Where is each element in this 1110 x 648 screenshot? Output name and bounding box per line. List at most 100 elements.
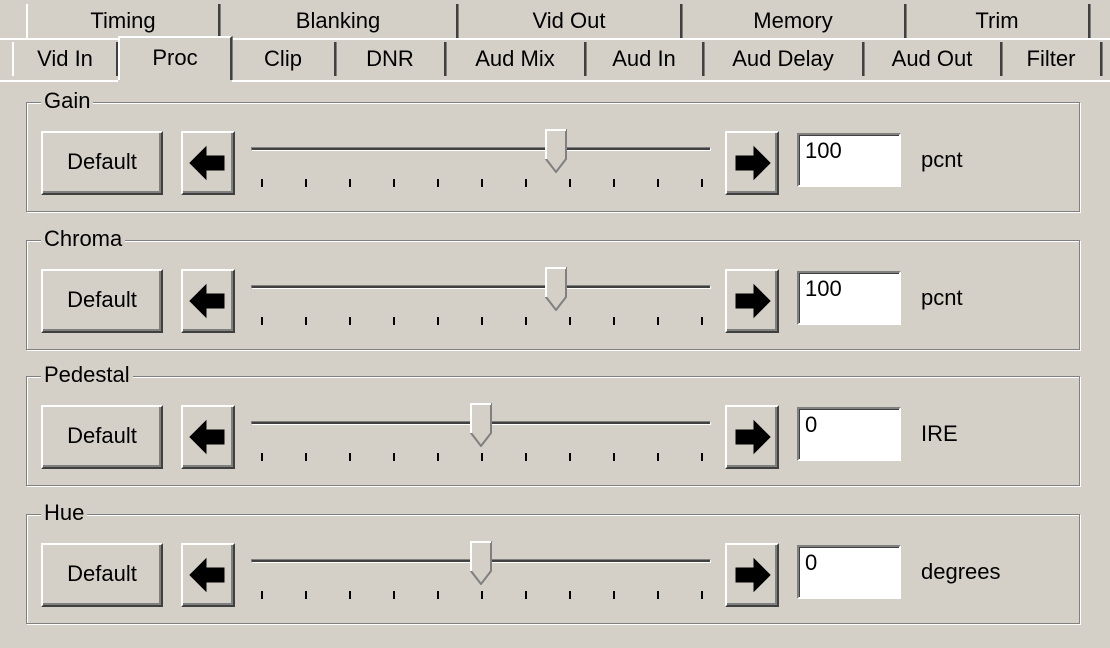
tab-vid-out[interactable]: Vid Out [458, 4, 682, 38]
decrease-button[interactable] [181, 131, 235, 195]
gain-group: Gain Default 100 pcnt [26, 87, 1080, 212]
tab-trim[interactable]: Trim [906, 4, 1090, 38]
tab-proc[interactable]: Proc [118, 36, 232, 80]
slider-tick [305, 317, 307, 325]
slider-tick [481, 453, 483, 461]
slider-tick [393, 591, 395, 599]
value-input[interactable]: 0 [797, 545, 901, 599]
tab-label: Blanking [295, 8, 381, 33]
default-button[interactable]: Default [41, 405, 163, 469]
tab-aud-out[interactable]: Aud Out [864, 42, 1002, 76]
tab-aud-delay[interactable]: Aud Delay [704, 42, 864, 76]
slider-tick [613, 317, 615, 325]
tab-label: Vid Out [532, 8, 606, 33]
increase-button[interactable] [725, 543, 779, 607]
tab-label: Timing [90, 8, 156, 33]
tab-filter[interactable]: Filter [1002, 42, 1102, 76]
tab-timing[interactable]: Timing [26, 4, 220, 38]
slider-tick [393, 453, 395, 461]
slider-tick [613, 591, 615, 599]
slider-tick [657, 317, 659, 325]
slider-tick [525, 179, 527, 187]
slider-tick [437, 179, 439, 187]
slider-tick [261, 591, 263, 599]
arrow-right-icon [735, 283, 771, 319]
unit-label: degrees [921, 559, 1001, 584]
tab-label: Clip [264, 46, 302, 71]
tab-label: Proc [152, 45, 198, 70]
slider-tick [701, 317, 703, 325]
hue-group: Hue Default 0 degrees [26, 499, 1080, 624]
tab-blanking[interactable]: Blanking [220, 4, 458, 38]
slider-tick [437, 317, 439, 325]
slider-tick [701, 453, 703, 461]
slider-tick [525, 591, 527, 599]
pedestal-group: Pedestal Default 0 IRE [26, 361, 1080, 486]
arrow-left-icon [189, 557, 225, 593]
slider-tick [569, 179, 571, 187]
slider-tick [305, 591, 307, 599]
tab-memory[interactable]: Memory [682, 4, 906, 38]
increase-button[interactable] [725, 269, 779, 333]
default-button[interactable]: Default [41, 543, 163, 607]
slider-tick [525, 317, 527, 325]
decrease-button[interactable] [181, 543, 235, 607]
tab-label: Aud In [612, 46, 676, 71]
tab-aud-mix[interactable]: Aud Mix [446, 42, 586, 76]
slider-tick [569, 453, 571, 461]
value-input[interactable]: 100 [797, 133, 901, 187]
arrow-left-icon [189, 145, 225, 181]
slider-track[interactable] [251, 147, 711, 151]
value-input[interactable]: 0 [797, 407, 901, 461]
slider-thumb[interactable] [470, 403, 492, 447]
decrease-button[interactable] [181, 269, 235, 333]
slider-tick [525, 453, 527, 461]
slider-tick [305, 453, 307, 461]
panel-top-edge [0, 80, 118, 82]
slider-tick [569, 317, 571, 325]
slider-thumb[interactable] [544, 129, 567, 173]
group-label: Hue [41, 499, 88, 527]
tab-dnr[interactable]: DNR [336, 42, 446, 76]
unit-label: pcnt [921, 285, 963, 310]
tab-label: Aud Out [891, 46, 973, 71]
slider-tick [569, 591, 571, 599]
slider-thumb[interactable] [470, 541, 492, 585]
slider-tick [349, 453, 351, 461]
slider-tick [305, 179, 307, 187]
tab-label: Trim [975, 8, 1019, 33]
slider-tick [393, 317, 395, 325]
tab-vid-in[interactable]: Vid In [12, 42, 118, 76]
decrease-button[interactable] [181, 405, 235, 469]
increase-button[interactable] [725, 405, 779, 469]
tab-label: DNR [366, 46, 414, 71]
unit-label: pcnt [921, 147, 963, 172]
tab-label: Vid In [37, 46, 93, 71]
slider-tick [657, 179, 659, 187]
panel-top-edge [232, 80, 1110, 82]
arrow-left-icon [189, 419, 225, 455]
default-button[interactable]: Default [41, 131, 163, 195]
value-input[interactable]: 100 [797, 271, 901, 325]
default-button[interactable]: Default [41, 269, 163, 333]
arrow-left-icon [189, 283, 225, 319]
group-label: Gain [41, 87, 94, 115]
increase-button[interactable] [725, 131, 779, 195]
slider-tick [701, 179, 703, 187]
tab-label: Aud Delay [732, 46, 834, 71]
slider-tick [437, 453, 439, 461]
tab-label: Aud Mix [475, 46, 555, 71]
arrow-right-icon [735, 419, 771, 455]
tab-aud-in[interactable]: Aud In [586, 42, 704, 76]
tab-clip[interactable]: Clip [232, 42, 336, 76]
slider-thumb[interactable] [544, 267, 567, 311]
slider-tick [393, 179, 395, 187]
slider-tick [701, 591, 703, 599]
tab-label: Filter [1026, 46, 1076, 71]
chroma-group: Chroma Default 100 pcnt [26, 225, 1080, 350]
slider-tick [437, 591, 439, 599]
arrow-right-icon [735, 557, 771, 593]
slider-track[interactable] [251, 285, 711, 289]
slider-tick [481, 179, 483, 187]
slider-tick [261, 179, 263, 187]
